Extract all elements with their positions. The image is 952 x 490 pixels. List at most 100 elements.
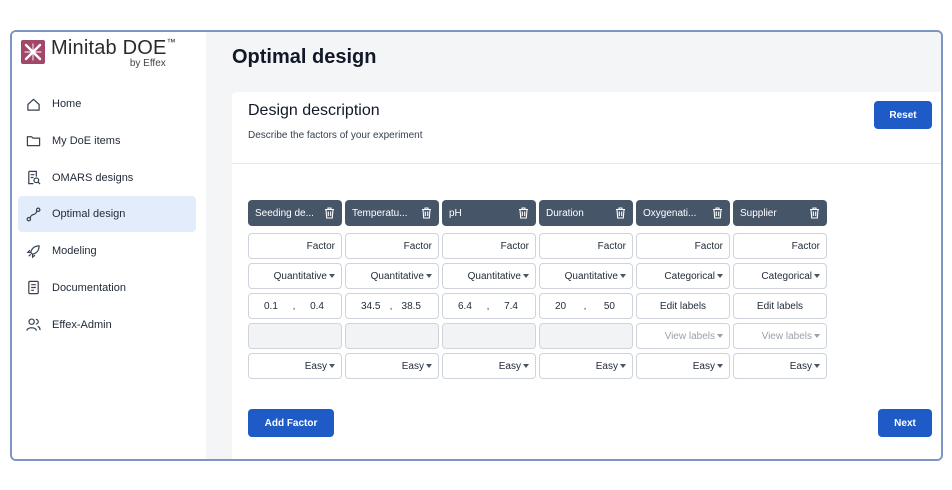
range-separator: , — [486, 300, 490, 312]
chevron-down-icon — [814, 364, 820, 368]
design-path-icon — [25, 206, 41, 222]
sidebar-item-omars-designs[interactable]: OMARS designs — [18, 160, 196, 196]
logo-mark-icon — [21, 40, 45, 64]
view-labels-select[interactable]: View labels — [733, 323, 827, 349]
factor-type-select[interactable]: Quantitative — [248, 263, 342, 289]
add-factor-button[interactable]: Add Factor — [248, 409, 334, 437]
factor-difficulty-select[interactable]: Easy — [442, 353, 536, 379]
factor-type-select[interactable]: Quantitative — [442, 263, 536, 289]
trash-icon[interactable] — [809, 207, 820, 222]
factor-name-header[interactable]: pH — [442, 200, 536, 226]
factor-difficulty-select[interactable]: Easy — [539, 353, 633, 379]
card-title: Design description — [248, 102, 380, 119]
factor-range-field[interactable]: 20 , 50 — [539, 293, 633, 319]
factor-label-field[interactable]: Factor — [733, 233, 827, 259]
sidebar-item-label: Effex-Admin — [52, 318, 112, 331]
factor-labels-empty-cell — [539, 323, 633, 349]
difficulty-value: Easy — [498, 360, 521, 372]
factor-name-header[interactable]: Seeding de... — [248, 200, 342, 226]
factor-type-value: Categorical — [664, 270, 715, 282]
factor-column: pH Factor Quantitative 6.4 , 7.4 Easy — [442, 200, 536, 379]
chevron-down-icon — [814, 334, 820, 338]
view-labels-value: View labels — [761, 330, 812, 342]
factor-label-field[interactable]: Factor — [539, 233, 633, 259]
factor-column: Temperatu... Factor Quantitative 34.5 , … — [345, 200, 439, 379]
app-logo[interactable]: Minitab DOE™ by Effex — [21, 38, 176, 74]
factor-name-header[interactable]: Supplier — [733, 200, 827, 226]
chevron-down-icon — [717, 364, 723, 368]
factor-name-header[interactable]: Duration — [539, 200, 633, 226]
factor-name-header[interactable]: Oxygenati... — [636, 200, 730, 226]
factor-difficulty-select[interactable]: Easy — [248, 353, 342, 379]
range-low[interactable]: 6.4 — [458, 301, 472, 312]
edit-labels-button[interactable]: Edit labels — [733, 293, 827, 319]
chevron-down-icon — [814, 274, 820, 278]
sidebar-item-label: Home — [52, 98, 82, 110]
sidebar-item-optimal-design[interactable]: Optimal design — [18, 196, 196, 233]
factor-difficulty-select[interactable]: Easy — [733, 353, 827, 379]
range-low[interactable]: 0.1 — [264, 301, 278, 312]
range-high[interactable]: 50 — [604, 301, 615, 312]
factor-type-select[interactable]: Categorical — [636, 263, 730, 289]
view-labels-select[interactable]: View labels — [636, 323, 730, 349]
sidebar-item-label: My DoE items — [52, 134, 121, 147]
range-high[interactable]: 0.4 — [310, 301, 324, 312]
range-low[interactable]: 34.5 — [361, 301, 380, 312]
document-icon — [25, 280, 41, 296]
factor-label-field[interactable]: Factor — [345, 233, 439, 259]
factor-type-select[interactable]: Categorical — [733, 263, 827, 289]
trash-icon[interactable] — [615, 207, 626, 222]
app-subtitle: by Effex — [129, 58, 166, 69]
chevron-down-icon — [329, 364, 335, 368]
factor-type-value: Quantitative — [467, 270, 521, 282]
factor-range-field[interactable]: 6.4 , 7.4 — [442, 293, 536, 319]
factor-label-field[interactable]: Factor — [248, 233, 342, 259]
sidebar-item-modeling[interactable]: Modeling — [18, 233, 196, 269]
trademark: ™ — [166, 37, 176, 47]
factor-label-field[interactable]: Factor — [636, 233, 730, 259]
trash-icon[interactable] — [518, 207, 529, 222]
sidebar-item-effex-admin[interactable]: Effex-Admin — [18, 307, 196, 343]
factor-difficulty-select[interactable]: Easy — [345, 353, 439, 379]
factor-column: Seeding de... Factor Quantitative 0.1 , … — [248, 200, 342, 379]
trash-icon[interactable] — [712, 207, 723, 222]
sidebar-item-home[interactable]: Home — [18, 86, 196, 122]
range-high[interactable]: 7.4 — [504, 301, 518, 312]
chevron-down-icon — [620, 364, 626, 368]
factor-type-value: Quantitative — [273, 270, 327, 282]
difficulty-value: Easy — [304, 360, 327, 372]
factor-name: pH — [449, 207, 462, 219]
trash-icon[interactable] — [324, 207, 335, 222]
factor-type-value: Categorical — [761, 270, 812, 282]
factor-name-header[interactable]: Temperatu... — [345, 200, 439, 226]
edit-labels-button[interactable]: Edit labels — [636, 293, 730, 319]
range-high[interactable]: 38.5 — [402, 301, 421, 312]
card-header: Design description Describe the factors … — [232, 92, 941, 164]
card-subtitle: Describe the factors of your experiment — [248, 130, 423, 141]
factor-type-select[interactable]: Quantitative — [345, 263, 439, 289]
range-low[interactable]: 20 — [555, 301, 566, 312]
factor-type-value: Quantitative — [564, 270, 618, 282]
factor-type-select[interactable]: Quantitative — [539, 263, 633, 289]
trash-icon[interactable] — [421, 207, 432, 222]
sidebar-item-label: OMARS designs — [52, 171, 134, 184]
sidebar-item-my-doe-items[interactable]: My DoE items — [18, 123, 196, 159]
difficulty-value: Easy — [692, 360, 715, 372]
factor-column: Supplier Factor Categorical Edit labels … — [733, 200, 827, 379]
factor-labels-empty-cell — [248, 323, 342, 349]
factor-label-field[interactable]: Factor — [442, 233, 536, 259]
reset-button[interactable]: Reset — [874, 101, 932, 129]
next-button[interactable]: Next — [878, 409, 932, 437]
factor-column: Duration Factor Quantitative 20 , 50 Eas… — [539, 200, 633, 379]
users-icon — [25, 317, 41, 333]
sidebar-nav: Home My DoE items OMARS designs Optimal … — [18, 86, 196, 344]
factor-range-field[interactable]: 34.5 , 38.5 — [345, 293, 439, 319]
range-separator: , — [389, 300, 393, 312]
document-search-icon — [25, 170, 41, 186]
factor-name: Seeding de... — [255, 207, 314, 219]
sidebar-item-documentation[interactable]: Documentation — [18, 270, 196, 306]
factor-difficulty-select[interactable]: Easy — [636, 353, 730, 379]
app-name: Minitab DOE — [51, 37, 167, 59]
sidebar-item-label: Optimal design — [52, 208, 126, 221]
factor-range-field[interactable]: 0.1 , 0.4 — [248, 293, 342, 319]
